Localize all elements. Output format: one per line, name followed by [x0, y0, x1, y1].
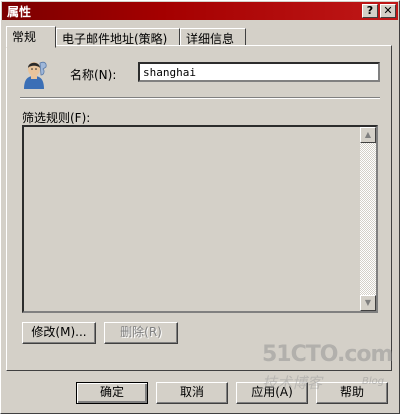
tab-general[interactable]: 常规 — [6, 26, 56, 48]
window-title: 属性 — [7, 5, 32, 19]
help-footer-button[interactable]: 帮助 — [316, 382, 388, 404]
cancel-button[interactable]: 取消 — [156, 382, 228, 404]
title-bar[interactable]: 属性 ? ✕ — [2, 2, 398, 20]
close-button[interactable]: ✕ — [380, 4, 396, 18]
tab-details[interactable]: 详细信息 — [180, 28, 246, 46]
apply-button[interactable]: 应用(A) — [236, 382, 308, 404]
ok-button[interactable]: 确定 — [76, 382, 148, 404]
help-button[interactable]: ? — [362, 4, 378, 18]
tab-email-addresses-policy[interactable]: 电子邮件地址(策略) — [56, 28, 180, 46]
tab-panel-general — [6, 45, 392, 371]
